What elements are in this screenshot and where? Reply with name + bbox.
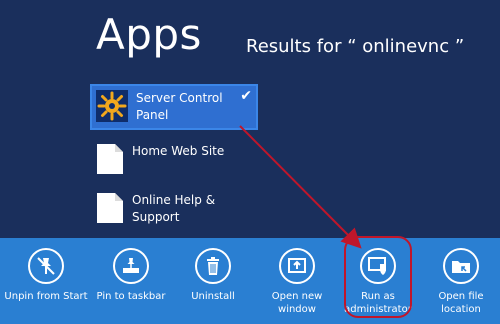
pin-taskbar-icon <box>113 248 149 284</box>
button-label: Uninstall <box>191 291 235 302</box>
search-results-caption: Results for “ onlinevnc ” <box>246 36 465 57</box>
unpin-icon <box>28 248 64 284</box>
button-label: Open new window <box>271 291 323 315</box>
result-label: Online Help & Support <box>132 193 216 224</box>
start-screen-search-results: Apps Results for “ onlinevnc ” Server Co… <box>0 0 500 324</box>
folder-icon <box>443 248 479 284</box>
page-title: Apps <box>96 10 202 59</box>
result-tile-online-help-support[interactable]: Online Help & Support <box>92 192 256 226</box>
document-icon <box>96 143 124 175</box>
result-label: Home Web Site <box>132 144 225 158</box>
checkmark-icon: ✔ <box>240 88 252 104</box>
uninstall-button[interactable]: Uninstall <box>170 248 256 303</box>
server-control-panel-icon <box>96 90 128 122</box>
pin-to-taskbar-button[interactable]: Pin to taskbar <box>88 248 174 303</box>
app-bar: Unpin from Start Pin to taskbar Uninstal… <box>0 238 500 324</box>
result-tile-home-web-site[interactable]: Home Web Site <box>92 143 256 175</box>
button-label: Unpin from Start <box>4 291 88 302</box>
unpin-from-start-button[interactable]: Unpin from Start <box>3 248 89 303</box>
button-label: Open file location <box>438 291 484 315</box>
trash-icon <box>195 248 231 284</box>
document-icon <box>96 192 124 224</box>
open-new-window-button[interactable]: Open new window <box>254 248 340 316</box>
button-label: Pin to taskbar <box>96 291 166 302</box>
new-window-icon <box>279 248 315 284</box>
annotation-highlight-ring <box>344 236 412 318</box>
open-file-location-button[interactable]: Open file location <box>418 248 500 316</box>
result-label: Server Control Panel <box>136 91 223 122</box>
result-tile-server-control-panel[interactable]: Server Control Panel ✔ <box>90 84 258 130</box>
